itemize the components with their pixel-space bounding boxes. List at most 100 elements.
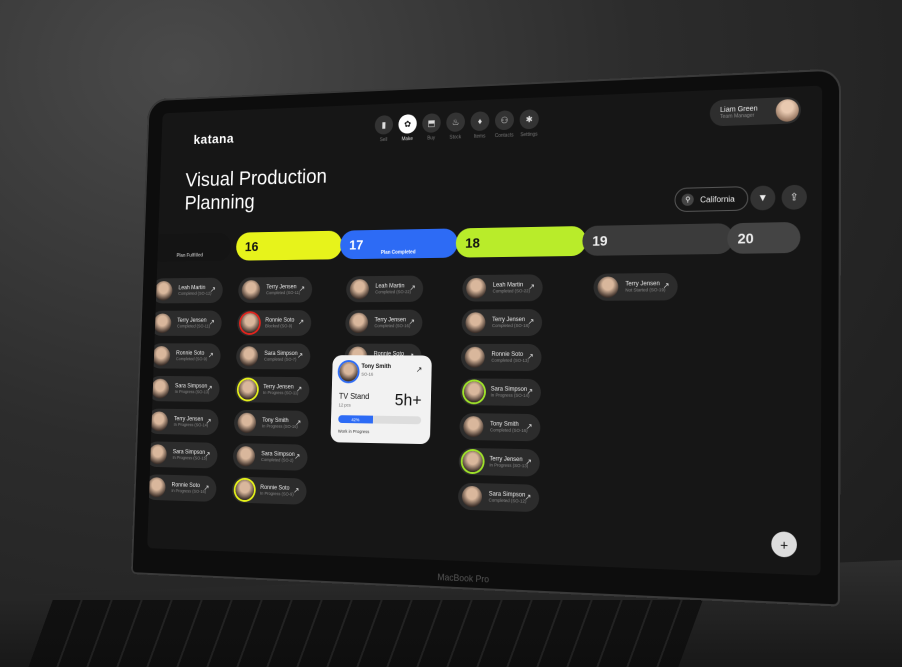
add-button[interactable]: + xyxy=(771,531,797,558)
open-arrow-icon[interactable]: ↗ xyxy=(296,385,302,394)
day-17[interactable]: 17 Plan Completed xyxy=(339,228,459,260)
task-card[interactable]: Sara Simpson Completed (SO-12) ↗ xyxy=(457,482,540,513)
task-card-text: Sara Simpson In Progress (SO-15) xyxy=(172,449,207,460)
task-card[interactable]: Terry Jensen Not Started (SO-19) ↗ xyxy=(593,272,678,301)
keyboard xyxy=(27,600,703,667)
task-card-text: Ronnie Soto In Progress (SO-9) xyxy=(260,485,294,497)
task-card-text: Terry Jensen In Progress (SO-14) xyxy=(174,416,209,427)
open-arrow-icon[interactable]: ↗ xyxy=(527,387,534,396)
task-detail-card[interactable]: Tony Smith SO-16 ↗ TV Stand 12 pcs 5h+ 4… xyxy=(330,355,432,445)
task-card[interactable]: Terry Jensen In Progress (SO-11) ↗ xyxy=(234,376,310,404)
progress-bar: 42% xyxy=(338,415,422,425)
task-card[interactable]: Leah Martin Completed (SO-12) ↗ xyxy=(150,277,224,304)
task-status: Not Started (SO-19) xyxy=(625,287,666,293)
open-arrow-icon[interactable]: ↗ xyxy=(663,281,670,290)
open-arrow-icon[interactable]: ↗ xyxy=(293,486,299,495)
task-status: Completed (SO-9) xyxy=(175,356,208,362)
task-card[interactable]: Ronnie Soto In Progress (SO-16) ↗ xyxy=(147,474,217,502)
task-card[interactable]: Terry Jensen Completed (SO-18) ↗ xyxy=(461,309,543,336)
filter-button[interactable]: ▼ xyxy=(750,185,776,211)
open-arrow-icon[interactable]: ↗ xyxy=(297,351,303,360)
task-status: In Progress (SO-16) xyxy=(171,488,207,494)
task-card[interactable]: Terry Jensen In Progress (SO-13) ↗ xyxy=(458,447,540,477)
task-status: Completed (SO-16) xyxy=(489,427,528,434)
avatar xyxy=(348,312,369,334)
task-card[interactable]: Ronnie Soto Completed (SO-9) ↗ xyxy=(148,343,222,369)
nav-label: Make xyxy=(401,136,413,143)
main-nav: ▮ Sell ✿ Make ⬒ Buy ♨ Stock ♦ Items ⚇ Contacts ✱ Sett… xyxy=(374,109,539,143)
app-logo: katana xyxy=(193,130,235,147)
nav-item-settings[interactable]: ✱ Settings xyxy=(519,109,539,138)
task-card[interactable]: Sara Simpson In Progress (SO-15) ↗ xyxy=(147,441,218,469)
app-screen: katana ▮ Sell ✿ Make ⬒ Buy ♨ Stock ♦ Items ⚇ Contac… xyxy=(147,85,823,576)
task-card[interactable]: Tony Smith Completed (SO-16) ↗ xyxy=(459,413,541,442)
open-arrow-icon[interactable]: ↗ xyxy=(207,384,213,393)
task-card[interactable]: Sara Simpson In Progress (SO-14) ↗ xyxy=(460,378,542,407)
open-arrow-icon[interactable]: ↗ xyxy=(527,352,534,361)
open-arrow-icon[interactable]: ↗ xyxy=(209,318,215,326)
task-card[interactable]: Tony SmithIn Progress (SO-16)↗ xyxy=(233,409,309,437)
nav-item-items[interactable]: ♦ Items xyxy=(470,111,490,140)
open-arrow-icon[interactable]: ↗ xyxy=(208,351,214,359)
task-card[interactable]: Sara Simpson Completed (SO-2) ↗ xyxy=(232,443,308,471)
task-card[interactable]: Terry Jensen In Progress (SO-14) ↗ xyxy=(147,408,219,436)
user-role: Team Manager xyxy=(719,112,755,120)
nav-item-make[interactable]: ✿ Make xyxy=(398,114,417,142)
product-name: TV Stand xyxy=(338,391,370,401)
nav-item-buy[interactable]: ⬒ Buy xyxy=(422,113,441,141)
open-arrow-icon[interactable]: ↗ xyxy=(206,417,212,426)
open-arrow-icon[interactable]: ↗ xyxy=(409,283,415,292)
task-card[interactable]: Ronnie Soto In Progress (SO-9) ↗ xyxy=(231,476,307,505)
open-arrow-icon[interactable]: ↗ xyxy=(528,317,535,326)
task-card-text: Tony Smith Completed (SO-16) xyxy=(490,421,528,433)
gear-icon: ✱ xyxy=(519,109,539,130)
nav-item-sell[interactable]: ▮ Sell xyxy=(374,115,394,143)
open-arrow-icon[interactable]: ↗ xyxy=(205,450,211,459)
task-card[interactable]: Terry Jensen Completed (SO-16) ↗ xyxy=(345,309,423,336)
task-card[interactable]: Sara Simpson In Progress (SO-13) ↗ xyxy=(147,375,220,402)
task-card[interactable]: Leah Martin Completed (SO-22) ↗ xyxy=(345,275,424,303)
laptop-bezel: katana ▮ Sell ✿ Make ⬒ Buy ♨ Stock ♦ Items ⚇ Contac… xyxy=(130,68,842,607)
user-menu[interactable]: Liam Green Team Manager xyxy=(709,96,801,127)
status-text: Work in Progress xyxy=(337,428,370,435)
box-icon: ⬒ xyxy=(422,113,441,133)
nav-item-stock[interactable]: ♨ Stock xyxy=(446,112,466,141)
open-arrow-icon[interactable]: ↗ xyxy=(525,493,532,502)
duration: 5h+ xyxy=(394,390,422,410)
task-card[interactable]: Ronnie Soto Blocked (SO-9) ↗ xyxy=(236,310,312,336)
open-arrow-icon[interactable]: ↗ xyxy=(298,318,304,327)
avatar xyxy=(238,379,258,400)
task-card[interactable]: Terry Jensen Completed (SO-11) ↗ xyxy=(237,276,313,303)
task-card[interactable]: Ronnie Soto Completed (SO-13) ↗ xyxy=(460,343,542,371)
location-selector[interactable]: ⚲ California xyxy=(674,186,749,213)
share-button[interactable]: ⇪ xyxy=(781,184,807,210)
task-card[interactable]: Leah Martin Completed (SO-22) ↗ xyxy=(462,274,543,302)
day-19[interactable]: 19 xyxy=(582,223,734,256)
task-card-text: Leah Martin Completed (SO-22) xyxy=(493,282,531,293)
day-20[interactable]: 20 xyxy=(727,221,801,254)
day-16[interactable]: 16 xyxy=(235,230,343,261)
task-card[interactable]: Sara Simpson Completed (SO-7) ↗ xyxy=(235,343,311,370)
task-status: Completed (SO-22) xyxy=(375,289,412,295)
avatar xyxy=(349,279,370,300)
nav-item-contacts[interactable]: ⚇ Contacts xyxy=(495,110,515,139)
nav-label: Items xyxy=(473,133,486,140)
task-card-text: Terry Jensen In Progress (SO-11) xyxy=(263,384,299,395)
avatar xyxy=(462,450,483,473)
open-arrow-icon[interactable]: ↗ xyxy=(528,282,535,291)
open-arrow-icon[interactable]: ↗ xyxy=(526,422,533,431)
task-card-text: Ronnie Soto Completed (SO-9) xyxy=(176,351,208,361)
open-arrow-icon[interactable]: ↗ xyxy=(299,284,305,293)
day-15[interactable]: Plan Fulfilled xyxy=(148,232,232,262)
day-18[interactable]: 18 xyxy=(455,225,587,258)
open-arrow-icon[interactable]: ↗ xyxy=(525,457,532,466)
open-arrow-icon[interactable]: ↗ xyxy=(210,285,216,293)
open-arrow-icon[interactable]: ↗ xyxy=(295,418,301,427)
column-day-18: Leah Martin Completed (SO-22) ↗ Terry Jense… xyxy=(457,274,543,513)
open-arrow-icon[interactable]: ↗ xyxy=(294,452,300,461)
task-card[interactable]: Terry Jensen Completed (SO-11) ↗ xyxy=(149,310,223,336)
open-arrow-icon[interactable]: ↗ xyxy=(203,483,209,492)
page-title-line2: Planning xyxy=(184,191,256,215)
open-arrow-icon[interactable]: ↗ xyxy=(416,365,422,374)
open-arrow-icon[interactable]: ↗ xyxy=(409,317,415,326)
